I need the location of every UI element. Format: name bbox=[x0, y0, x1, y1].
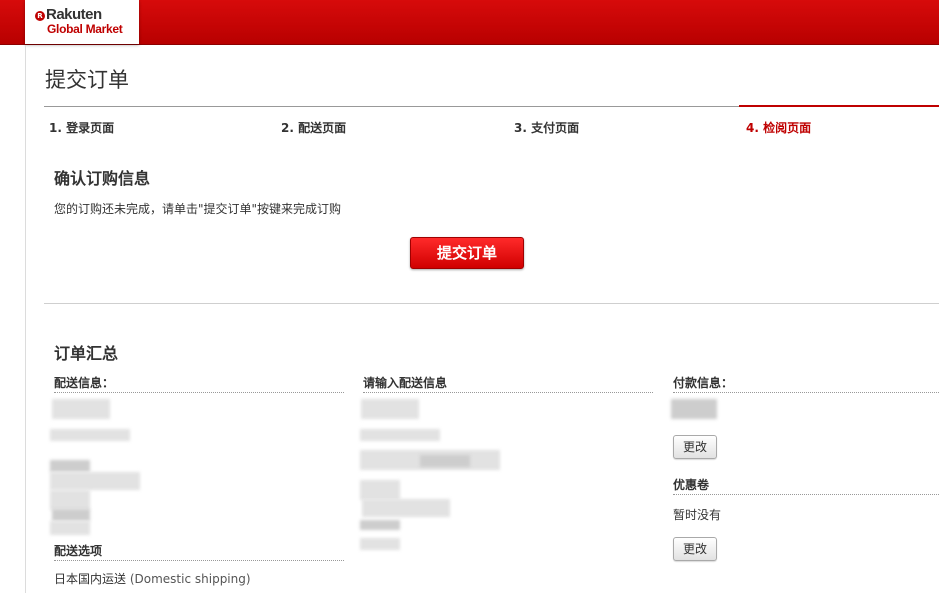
shipping-option-value: 日本国内运送 (Domestic shipping) bbox=[54, 570, 251, 587]
coupon-heading: 优惠卷 bbox=[673, 476, 939, 495]
redacted-line bbox=[52, 509, 90, 521]
payment-info-heading: 付款信息： bbox=[673, 374, 939, 393]
submit-order-button[interactable]: 提交订单 bbox=[410, 237, 524, 269]
step-login: 1. 登录页面 bbox=[49, 121, 115, 135]
rakuten-logo[interactable]: R Rakuten Global Market bbox=[25, 0, 139, 44]
shipping-option-text: 日本国内运送 bbox=[54, 572, 127, 586]
redacted-line bbox=[50, 460, 90, 472]
logo-brand-name: Rakuten bbox=[46, 6, 102, 23]
redacted-line bbox=[360, 480, 400, 500]
redacted-name bbox=[361, 399, 419, 419]
logo-brand-subtitle: Global Market bbox=[47, 22, 123, 36]
redacted-line bbox=[360, 538, 400, 550]
step-review: 4. 检阅页面 bbox=[746, 121, 812, 135]
redacted-line bbox=[50, 429, 130, 441]
shipping-option-english: (Domestic shipping) bbox=[129, 572, 251, 586]
steps-progress-line bbox=[44, 106, 739, 107]
step-payment: 3. 支付页面 bbox=[514, 121, 580, 135]
shipping-info-heading: 配送信息： bbox=[54, 374, 344, 393]
redacted-line bbox=[420, 455, 470, 467]
redacted-address bbox=[50, 472, 140, 490]
section-divider bbox=[44, 303, 939, 304]
confirm-section-title: 确认订购信息 bbox=[54, 169, 151, 188]
top-header-bar bbox=[0, 0, 939, 45]
redacted-payment bbox=[671, 399, 717, 419]
change-payment-button[interactable]: 更改 bbox=[673, 435, 717, 459]
steps-active-indicator bbox=[739, 105, 939, 107]
shipping-option-heading: 配送选项 bbox=[54, 542, 344, 561]
rakuten-r-icon: R bbox=[35, 11, 45, 21]
enter-shipping-heading: 请输入配送信息 bbox=[363, 374, 653, 393]
redacted-line bbox=[360, 520, 400, 530]
step-shipping: 2. 配送页面 bbox=[281, 121, 347, 135]
redacted-line bbox=[50, 490, 90, 510]
redacted-line bbox=[362, 499, 450, 517]
left-border bbox=[25, 45, 26, 593]
redacted-line bbox=[360, 429, 440, 441]
summary-section-title: 订单汇总 bbox=[54, 344, 119, 363]
coupon-value: 暂时没有 bbox=[673, 508, 722, 522]
page-title: 提交订单 bbox=[45, 68, 129, 92]
redacted-name bbox=[52, 399, 110, 419]
change-coupon-button[interactable]: 更改 bbox=[673, 537, 717, 561]
confirm-note: 您的订购还未完成，请单击"提交订单"按键来完成订购 bbox=[54, 202, 342, 216]
redacted-line bbox=[50, 521, 90, 535]
